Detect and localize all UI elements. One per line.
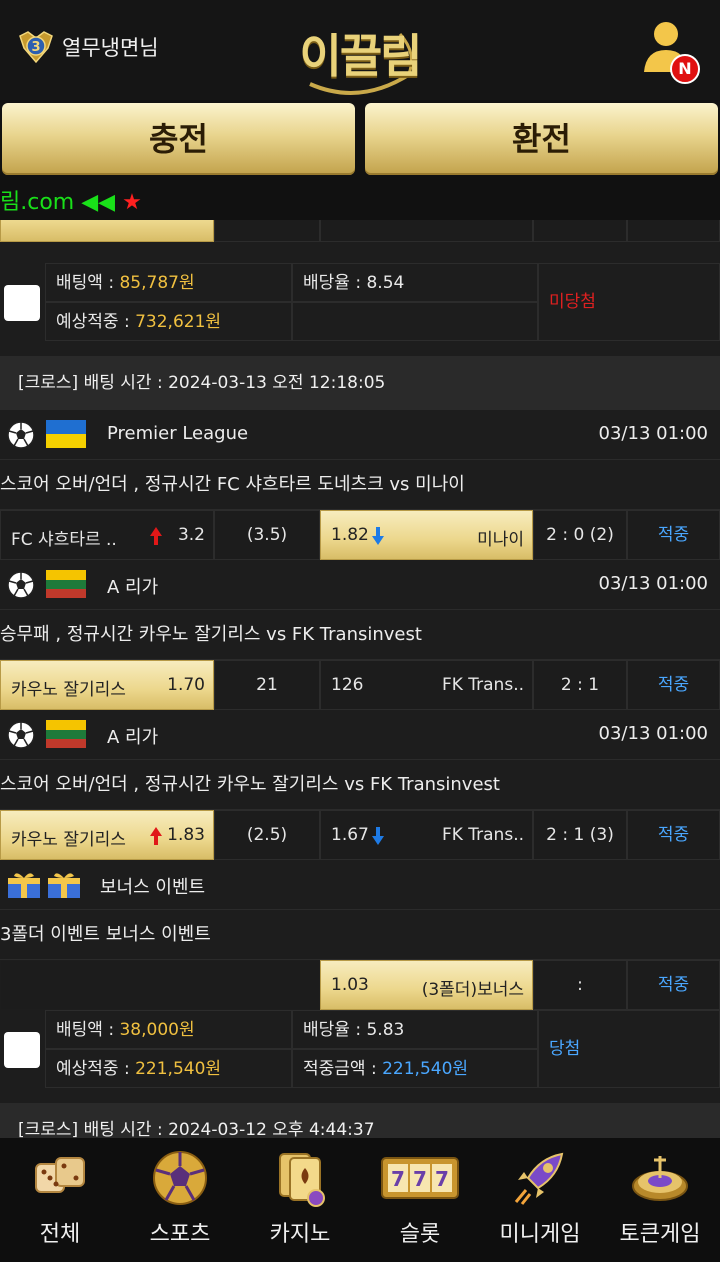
- select-checkbox[interactable]: [4, 1032, 40, 1068]
- lithuania-flag-icon: [46, 570, 86, 598]
- match-title: 스코어 오버/언더 , 정규시간 카우노 잘기리스 vs FK Transinv…: [0, 760, 720, 810]
- draw-odds-cell[interactable]: 21: [214, 660, 320, 710]
- bet-status: 당첨: [538, 1010, 720, 1088]
- gift-box-icon: [8, 873, 80, 898]
- league-row: A 리가 03/13 01:00: [0, 560, 720, 610]
- nav-item-token-game[interactable]: 토큰게임: [600, 1138, 720, 1262]
- game-score: :: [533, 960, 627, 1010]
- svg-text:7: 7: [413, 1167, 427, 1191]
- win-amount: 적중금액 : 221,540원: [292, 1049, 538, 1088]
- expected-win: 예상적중 : 732,621원: [45, 302, 292, 341]
- home-odds-cell[interactable]: FC 샤흐타르 .. 3.2: [0, 510, 214, 560]
- handicap-cell[interactable]: (3.5): [214, 510, 320, 560]
- game-result: 적중: [627, 510, 720, 560]
- rocket-icon: [514, 1152, 564, 1205]
- league-name: A 리가: [107, 577, 159, 598]
- lithuania-flag-icon: [46, 720, 86, 748]
- soccer-ball-icon: [7, 571, 35, 599]
- game-time: 03/13 01:00: [598, 723, 708, 744]
- league-name: Premier League: [107, 423, 249, 444]
- league-row: Premier League 03/13 01:00: [0, 410, 720, 460]
- game-score: 2 : 1 (3): [533, 810, 627, 860]
- handicap-cell[interactable]: (2.5): [214, 810, 320, 860]
- match-title: 승무패 , 정규시간 카우노 잘기리스 vs FK Transinvest: [0, 610, 720, 660]
- svg-text:3: 3: [31, 40, 40, 55]
- odds-row: FC 샤흐타르 .. 3.2 (3.5) 1.82 미나이 2 : 0 (2) …: [0, 510, 720, 560]
- nav-item-slots[interactable]: 7 7 7 슬롯: [360, 1138, 480, 1262]
- nav-item-sports[interactable]: 스포츠: [120, 1138, 240, 1262]
- svg-text:7: 7: [435, 1167, 449, 1191]
- soccer-ball-icon: [7, 721, 35, 749]
- game-time: 03/13 01:00: [598, 573, 708, 594]
- away-odds-cell[interactable]: 126 FK Trans..: [320, 660, 533, 710]
- arrow-up-icon: [150, 527, 162, 545]
- odds-row: 카우노 잘기리스 1.70 21 126 FK Trans.. 2 : 1 적중: [0, 660, 720, 710]
- bet-status: 미당첨: [538, 263, 720, 341]
- game-result: 적중: [627, 960, 720, 1010]
- league-row: A 리가 03/13 01:00: [0, 710, 720, 760]
- bet-history-list[interactable]: 배팅액 : 85,787원 배당율 : 8.54 예상적중 : 732,621원…: [0, 220, 720, 1138]
- odds-row: 1.03 (3폴더)보너스 : 적중: [0, 960, 720, 1010]
- rank-badge-icon: 3: [19, 31, 53, 64]
- soccer-ball-icon: [7, 421, 35, 449]
- wallet-buttons: 충전 환전: [0, 103, 720, 175]
- away-odds-cell[interactable]: 1.67 FK Trans..: [320, 810, 533, 860]
- bet-amount: 배팅액 : 38,000원: [45, 1010, 292, 1049]
- svg-text:7: 7: [391, 1167, 405, 1191]
- game-score: 2 : 1: [533, 660, 627, 710]
- bottom-nav: 전체 스포츠 카지노 7 7 7 슬롯 미니게임 토큰게임: [0, 1138, 720, 1262]
- username: 열무냉면님: [62, 36, 159, 60]
- cards-icon: [279, 1153, 325, 1207]
- notification-badge[interactable]: N: [670, 54, 700, 84]
- bonus-odds-cell[interactable]: 1.03 (3폴더)보너스: [320, 960, 533, 1010]
- ukraine-flag-icon: [46, 420, 86, 448]
- league-name: A 리가: [107, 727, 159, 748]
- dice-icon: [35, 1157, 85, 1193]
- home-odds-cell[interactable]: 카우노 잘기리스 1.83: [0, 810, 214, 860]
- exchange-button[interactable]: 환전: [365, 103, 718, 175]
- bet-odds: 배당율 : 8.54: [292, 263, 538, 302]
- app-header: 3 열무냉면님 이끌림 N: [0, 0, 720, 100]
- bet-group-header: [크로스] 배팅 시간 : 2024-03-12 오후 4:44:37: [0, 1103, 720, 1138]
- home-odds-cell[interactable]: 카우노 잘기리스 1.70: [0, 660, 214, 710]
- notice-marquee: 림.com ◀◀ ★: [0, 184, 142, 220]
- game-score: 2 : 0 (2): [533, 510, 627, 560]
- game-result: 적중: [627, 660, 720, 710]
- site-logo[interactable]: 이끌림: [290, 14, 430, 98]
- league-row: 보너스 이벤트: [0, 860, 720, 910]
- star-icon: ★: [122, 190, 142, 215]
- odds-row: 카우노 잘기리스 1.83 (2.5) 1.67 FK Trans.. 2 : …: [0, 810, 720, 860]
- away-odds-cell[interactable]: 1.82 미나이: [320, 510, 533, 560]
- charge-button[interactable]: 충전: [2, 103, 355, 175]
- game-result: 적중: [627, 810, 720, 860]
- bet-amount: 배팅액 : 85,787원: [45, 263, 292, 302]
- soccer-ball-icon: [153, 1151, 207, 1205]
- expected-win: 예상적중 : 221,540원: [45, 1049, 292, 1088]
- prev-bet-summary: 배팅액 : 85,787원 배당율 : 8.54 예상적중 : 732,621원…: [0, 263, 720, 341]
- bet-summary: 배팅액 : 38,000원 배당율 : 5.83 예상적중 : 221,540원…: [0, 1010, 720, 1088]
- roulette-icon: [632, 1156, 688, 1201]
- arrow-up-icon: [150, 827, 162, 845]
- arrow-down-icon: [372, 827, 384, 845]
- logo-text: 이끌림: [299, 29, 423, 83]
- match-title: 3폴더 이벤트 보너스 이벤트: [0, 910, 720, 960]
- bet-odds: 배당율 : 5.83: [292, 1010, 538, 1049]
- arrow-down-icon: [372, 527, 384, 545]
- match-title: 스코어 오버/언더 , 정규시간 FC 샤흐타르 도네츠크 vs 미나이: [0, 460, 720, 510]
- marquee-text: 림.com ◀◀: [0, 190, 116, 215]
- prev-odds-row: [0, 220, 720, 242]
- nav-item-casino[interactable]: 카지노: [240, 1138, 360, 1262]
- slot-777-icon: 7 7 7: [381, 1157, 459, 1199]
- nav-item-all[interactable]: 전체: [0, 1138, 120, 1262]
- game-time: 03/13 01:00: [598, 423, 708, 444]
- league-name: 보너스 이벤트: [100, 877, 206, 898]
- select-checkbox[interactable]: [4, 285, 40, 321]
- nav-item-minigame[interactable]: 미니게임: [480, 1138, 600, 1262]
- bet-group-header: [크로스] 배팅 시간 : 2024-03-13 오전 12:18:05: [0, 356, 720, 410]
